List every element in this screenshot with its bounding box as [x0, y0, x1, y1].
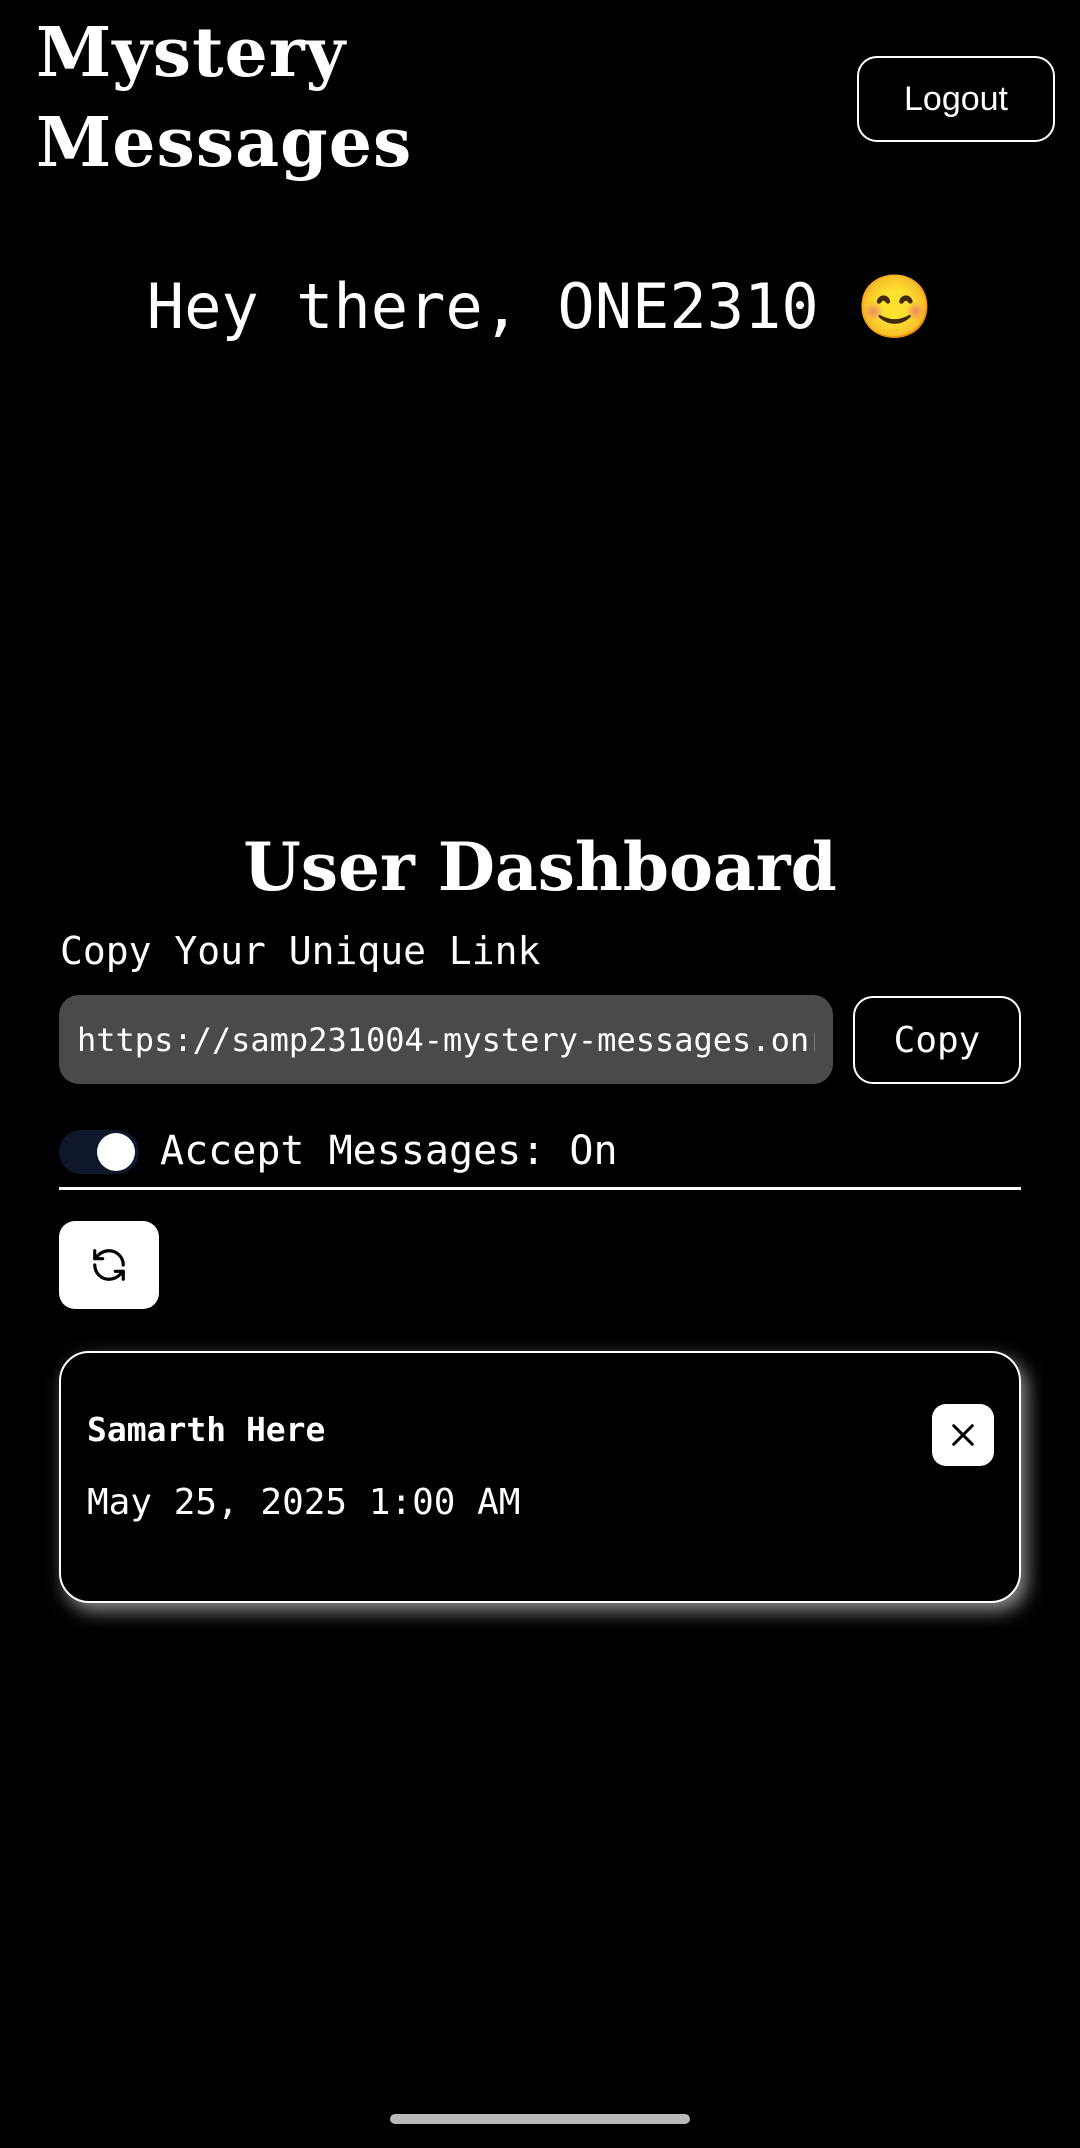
accept-messages-toggle[interactable] — [59, 1130, 139, 1174]
brand-line-1: Mystery — [36, 13, 347, 93]
copy-button[interactable]: Copy — [853, 996, 1021, 1084]
greeting-heading: Hey there, ONE2310 😊 — [0, 262, 1080, 352]
close-icon — [952, 1424, 974, 1446]
message-date: May 25, 2025 1:00 AM — [87, 1482, 521, 1523]
copy-link-label: Copy Your Unique Link — [60, 929, 541, 973]
delete-message-button[interactable] — [932, 1404, 994, 1466]
home-indicator[interactable] — [390, 2114, 690, 2124]
refresh-icon — [93, 1249, 125, 1281]
toggle-knob — [97, 1133, 135, 1171]
divider — [59, 1187, 1021, 1190]
unique-link-input[interactable] — [59, 995, 833, 1084]
logout-button[interactable]: Logout — [857, 56, 1055, 142]
refresh-button[interactable] — [59, 1221, 159, 1309]
message-card: Samarth Here May 25, 2025 1:00 AM — [59, 1351, 1021, 1603]
message-sender: Samarth Here — [87, 1410, 326, 1449]
smile-emoji: 😊 — [856, 270, 934, 343]
greeting-text: Hey there, ONE2310 — [146, 270, 819, 343]
app-logo[interactable]: Mystery Messages — [36, 8, 412, 188]
accept-messages-label: Accept Messages: On — [160, 1128, 618, 1174]
dashboard-title: User Dashboard — [243, 828, 837, 906]
brand-line-2: Messages — [36, 103, 413, 183]
